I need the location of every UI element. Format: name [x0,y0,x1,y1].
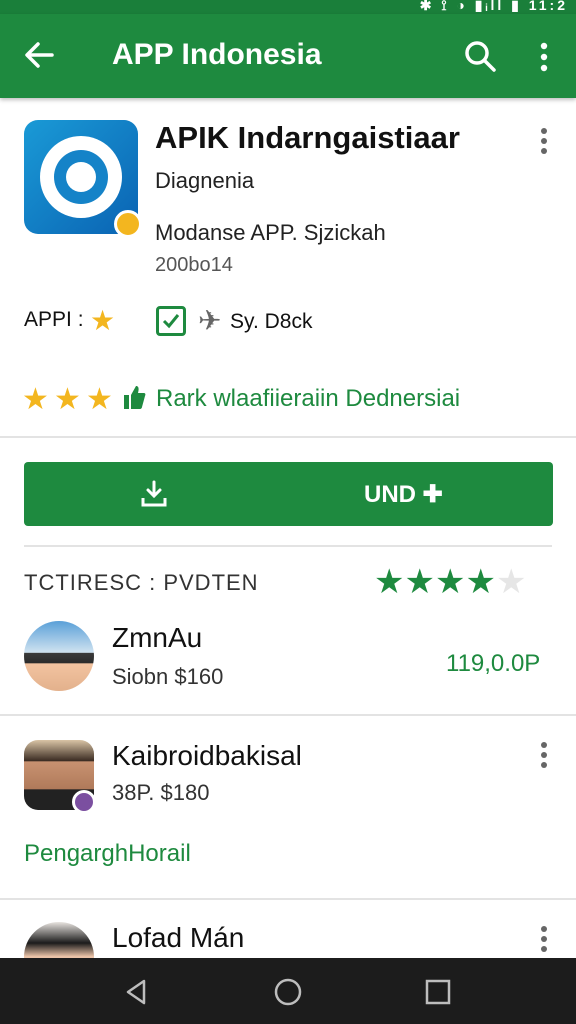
verified-badge-icon [72,790,96,814]
divider [0,436,576,438]
more-vertical-icon[interactable] [530,40,558,74]
star-icon: ★ [54,383,81,416]
more-vertical-icon[interactable] [532,126,556,156]
install-label: UND ✚ [364,481,443,508]
reviewer-price: 119,0.0P [446,650,541,677]
app-count: 200bo14 [155,254,233,276]
star-icon: ★ [86,383,113,416]
system-nav-bar [0,958,576,1024]
star-empty-icon: ★ [495,563,527,601]
divider [24,545,552,547]
search-icon[interactable] [462,38,498,74]
divider [0,898,576,900]
arrow-left-icon[interactable] [22,38,56,72]
star-icon: ★ [22,383,49,416]
app-bar: APP Indonesia [0,14,576,98]
star-icon: ★ [374,563,405,601]
rating-text[interactable]: Rark wlaafiieraiin Dednersiai [156,385,460,413]
reviews-header: TCTIRESC : PVDTEN [24,570,259,595]
more-vertical-icon[interactable] [532,740,556,770]
divider [0,714,576,716]
nav-recents-icon[interactable] [422,976,454,1008]
nav-back-icon[interactable] [120,976,152,1008]
star-icon: ★ [404,563,435,601]
status-icons: ✱ ⟟ ◑ ▮ᵢll ▮ 11:2 [419,0,568,13]
thumbs-up-icon [124,386,146,409]
app-developer[interactable]: Diagnenia [155,168,254,194]
star-icon: ★ [465,563,496,601]
status-bar: ✱ ⟟ ◑ ▮ᵢll ▮ 11:2 [0,0,576,14]
meta-sy-text: Sy. D8ck [230,310,313,333]
more-vertical-icon[interactable] [532,924,556,954]
reviewer-link[interactable]: PengarghHorail [24,840,191,868]
plane-icon: ✈ [198,305,222,336]
reviewer-sub: Siobn $160 [112,664,224,689]
nav-home-icon[interactable] [272,976,304,1008]
reviewer-sub: 38P. $180 [112,780,210,805]
meta-label: APPI : [24,308,84,331]
reviews-stars: ★★★★★ [374,562,526,602]
app-name: APIK Indarngaistiaar [155,120,460,155]
avatar[interactable] [24,621,94,691]
app-icon [24,120,142,238]
app-meta-row: APPI : ★ ✈ Sy. D8ck [24,304,564,338]
app-subtitle: Modanse APP. Sjzickah [155,220,386,245]
reviewer-name[interactable]: Lofad Mán [112,922,244,954]
check-box-icon [156,306,186,336]
download-icon [141,480,167,507]
app-bar-title: APP Indonesia [112,38,322,71]
install-button[interactable]: UND ✚ [24,462,553,526]
rating-row: ★ ★ ★ Rark wlaafiieraiin Dednersiai [22,382,562,418]
star-icon: ★ [90,305,116,336]
star-icon: ★ [434,563,466,601]
reviewer-name[interactable]: Kaibroidbakisal [112,740,302,772]
app-badge-icon [114,210,142,238]
reviewer-name[interactable]: ZmnAu [112,622,202,654]
